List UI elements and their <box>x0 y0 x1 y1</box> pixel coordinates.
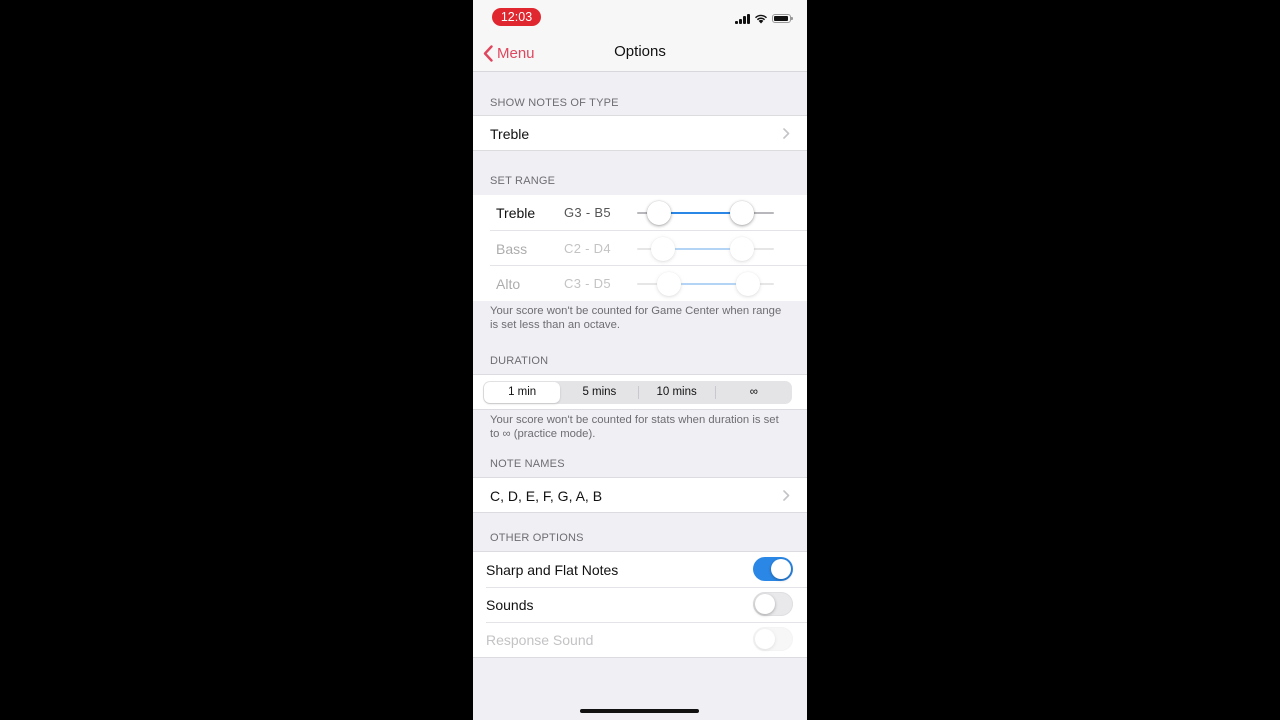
range-label: Alto <box>496 276 521 292</box>
sounds-toggle[interactable] <box>753 592 793 616</box>
duration-option-1-min[interactable]: 1 min <box>484 382 561 403</box>
sharp-flat-toggle[interactable] <box>753 557 793 581</box>
range-value: C3 - D5 <box>564 276 611 291</box>
status-time[interactable]: 12:03 <box>492 8 541 26</box>
duration-segmented-control: 1 min 5 mins 10 mins ∞ <box>483 381 792 404</box>
battery-icon <box>772 14 793 23</box>
duration-option-infinite[interactable]: ∞ <box>716 381 792 404</box>
range-slider-low-thumb <box>651 237 676 261</box>
toggle-label-sharp-flat: Sharp and Flat Notes <box>486 562 619 578</box>
note-type-cell[interactable]: Treble <box>473 115 807 151</box>
range-slider-track <box>637 272 774 296</box>
range-slider-track[interactable] <box>637 201 774 225</box>
phone-screen: 12:03 Menu Options SHOW NOTES OF TYPE Tr… <box>473 0 807 720</box>
navigation-bar: Menu Options <box>473 34 807 72</box>
note-names-cell[interactable]: C, D, E, F, G, A, B <box>473 477 807 513</box>
range-slider-high-thumb[interactable] <box>730 201 755 225</box>
divider <box>486 587 807 588</box>
toggle-knob <box>771 559 791 579</box>
section-header-duration: DURATION <box>490 355 549 367</box>
range-label: Bass <box>496 241 528 257</box>
section-header-note-names: NOTE NAMES <box>490 458 565 470</box>
toggle-knob <box>755 629 775 649</box>
toggle-knob <box>755 594 775 614</box>
cellular-signal-icon <box>735 13 751 24</box>
chevron-right-icon <box>783 128 790 139</box>
toggle-label-sounds: Sounds <box>486 597 534 613</box>
chevron-right-icon <box>783 490 790 501</box>
range-label: Treble <box>496 205 536 221</box>
status-bar: 12:03 <box>473 0 807 34</box>
range-slider-low-thumb[interactable] <box>646 201 671 225</box>
range-row-treble: Treble G3 - B5 <box>473 195 807 230</box>
page-title: Options <box>614 43 666 60</box>
note-names-value: C, D, E, F, G, A, B <box>490 488 603 504</box>
range-row-alto: Alto C3 - D5 <box>473 266 807 301</box>
range-value: G3 - B5 <box>564 205 611 220</box>
range-value: C2 - D4 <box>564 241 611 256</box>
divider <box>486 622 807 623</box>
response-sound-toggle <box>753 627 793 651</box>
duration-option-10-mins[interactable]: 10 mins <box>639 381 715 404</box>
range-slider-track <box>637 237 774 261</box>
range-slider-low-thumb <box>656 272 681 296</box>
wifi-icon <box>755 14 767 24</box>
duration-option-5-mins[interactable]: 5 mins <box>561 381 637 404</box>
note-type-value: Treble <box>490 126 530 142</box>
other-options-group: Sharp and Flat Notes Sounds Response Sou… <box>473 551 807 658</box>
range-footnote: Your score won't be counted for Game Cen… <box>490 305 782 331</box>
home-indicator[interactable] <box>580 709 699 713</box>
section-header-set-range: SET RANGE <box>490 175 556 187</box>
range-row-bass: Bass C2 - D4 <box>473 231 807 266</box>
section-header-other-options: OTHER OPTIONS <box>490 532 584 544</box>
toggle-label-response-sound: Response Sound <box>486 632 594 648</box>
range-slider-high-thumb <box>735 272 760 296</box>
duration-footnote: Your score won't be counted for stats wh… <box>490 414 779 440</box>
range-slider-high-thumb <box>730 237 755 261</box>
section-header-show-notes: SHOW NOTES OF TYPE <box>490 97 619 109</box>
